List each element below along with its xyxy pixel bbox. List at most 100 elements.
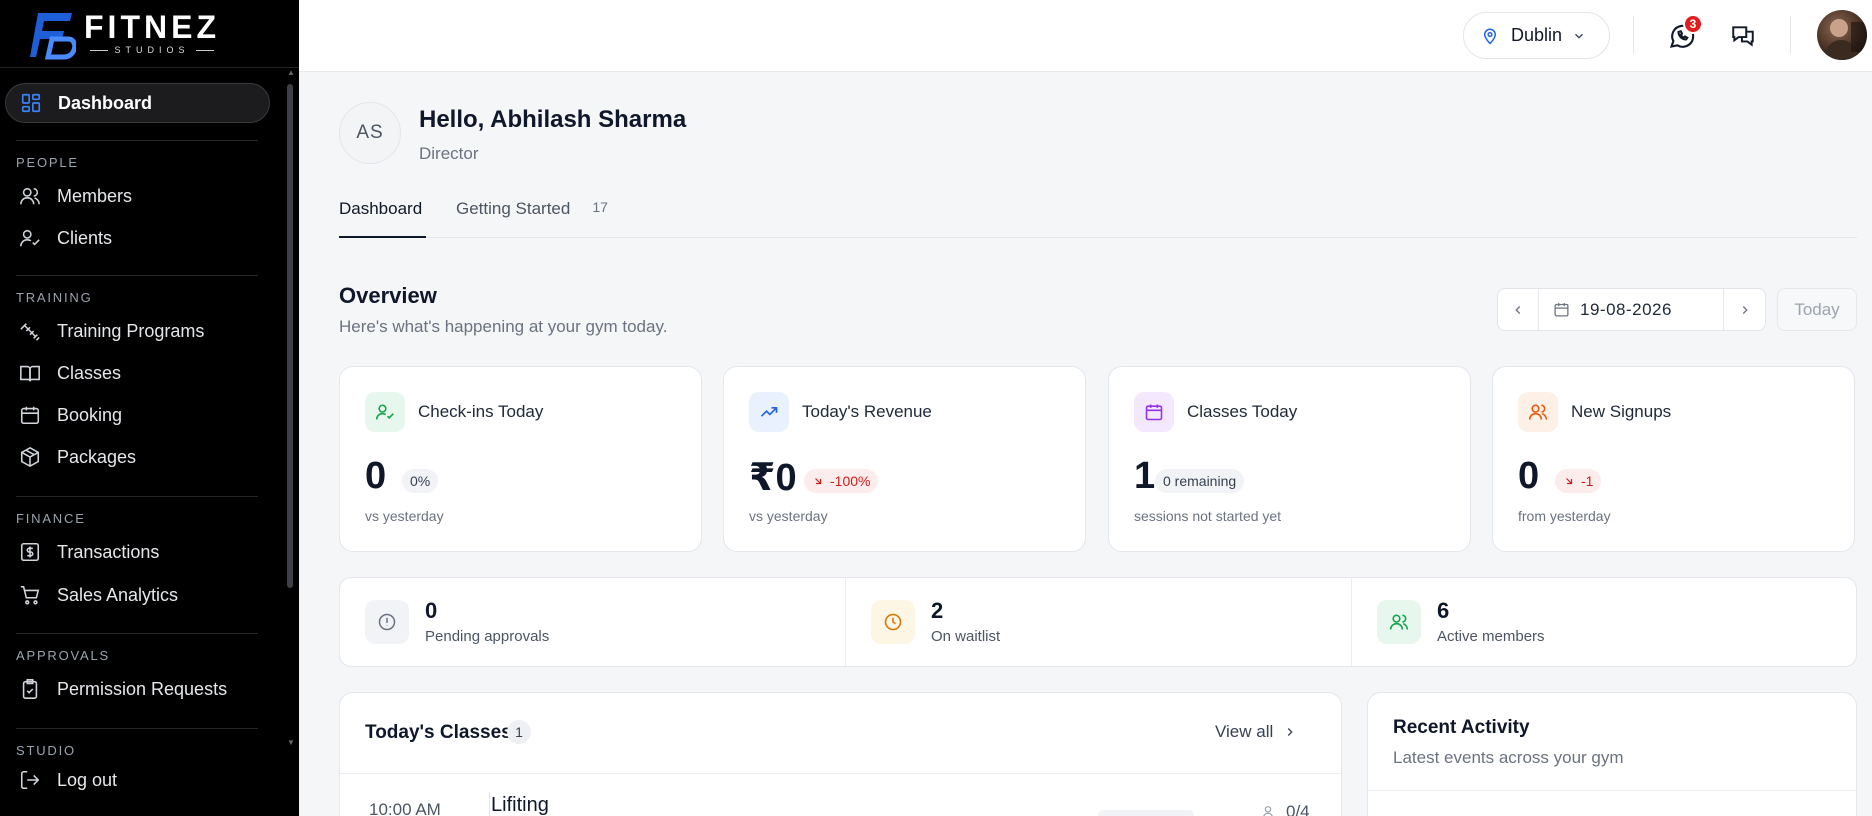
sidebar-item-members[interactable]: Members xyxy=(5,176,270,216)
section-label-training: TRAINING xyxy=(16,290,93,305)
sidebar-item-training-programs[interactable]: Training Programs xyxy=(5,311,270,351)
users-icon xyxy=(1263,806,1273,816)
kpi-value: 1 xyxy=(1134,455,1156,497)
sidebar-scrollbar[interactable] xyxy=(287,84,293,588)
book-open-icon xyxy=(20,365,40,382)
section-label-finance: FINANCE xyxy=(16,511,86,526)
kpi-note: vs yesterday xyxy=(749,508,828,524)
date-field[interactable]: 19-08-2026 xyxy=(1539,289,1723,330)
tab-dashboard[interactable]: Dashboard xyxy=(339,196,426,238)
sidebar-item-label: Dashboard xyxy=(58,92,153,113)
sidebar-item-sales-analytics[interactable]: Sales Analytics xyxy=(5,575,270,615)
info-icon xyxy=(378,613,396,631)
receipt-dollar-icon xyxy=(20,542,40,562)
kpi-change-pill: 0 remaining xyxy=(1155,469,1245,493)
location-selector[interactable]: Dublin xyxy=(1463,12,1610,59)
brand-logo[interactable]: FITNEZ STUDIOS xyxy=(24,2,220,64)
sidebar-nav: Dashboard PEOPLE Members Clients TRAININ… xyxy=(0,68,286,758)
class-time: 10:00 AM xyxy=(369,800,441,816)
location-label: Dublin xyxy=(1511,25,1563,45)
tab-count: 17 xyxy=(592,199,608,215)
kpi-note: sessions not started yet xyxy=(1134,508,1282,524)
date-value: 19-08-2026 xyxy=(1580,299,1672,319)
sidebar-item-transactions[interactable]: Transactions xyxy=(5,532,270,572)
next-day-button[interactable] xyxy=(1724,289,1765,330)
chevron-down-icon xyxy=(1575,33,1583,39)
sidebar-item-clients[interactable]: Clients xyxy=(5,218,270,258)
overview-subtitle: Here's what's happening at your gym toda… xyxy=(339,317,668,336)
arrow-down-right-icon xyxy=(815,478,822,485)
classes-count-badge: 1 xyxy=(507,720,531,744)
kpi-change-pill: -100% xyxy=(804,469,879,493)
top-bar xyxy=(299,0,1872,72)
sidebar-item-packages[interactable]: Packages xyxy=(5,437,270,477)
kpi-value: 0 xyxy=(1518,455,1540,497)
stat-active-members[interactable]: 6 Active members xyxy=(1352,578,1857,666)
dashboard-grid-icon xyxy=(21,93,41,113)
brand-name: FITNEZ xyxy=(84,9,220,45)
overview-title: Overview xyxy=(339,283,437,308)
user-check-icon xyxy=(375,404,394,420)
view-all-link[interactable]: View all xyxy=(1215,722,1297,742)
chevron-right-icon xyxy=(1742,305,1748,314)
map-pin-icon xyxy=(1483,28,1497,45)
logout-button[interactable]: Log out xyxy=(5,760,270,800)
tab-getting-started[interactable]: Getting Started 17 xyxy=(456,196,608,238)
user-avatar[interactable] xyxy=(1817,10,1867,60)
sidebar-item-booking[interactable]: Booking xyxy=(5,395,270,435)
greeting-title: Hello, Abhilash Sharma xyxy=(419,106,687,133)
page-tabs: Dashboard Getting Started 17 xyxy=(339,196,1857,238)
sidebar-item-dashboard[interactable]: Dashboard xyxy=(5,83,270,123)
chevron-left-icon xyxy=(1515,305,1521,314)
kpi-change-pill: -1 xyxy=(1555,469,1602,493)
today-button[interactable]: Today xyxy=(1777,288,1857,331)
kpi-note: from yesterday xyxy=(1518,508,1611,524)
section-label-people: PEOPLE xyxy=(16,155,79,170)
kpi-card-classes: Classes Today 1 0 remaining sessions not… xyxy=(1108,366,1471,552)
trending-up-icon xyxy=(760,407,778,417)
chat-bubbles-icon xyxy=(1732,26,1754,47)
stat-label: Active members xyxy=(1437,628,1545,645)
sidebar-item-permission-requests[interactable]: Permission Requests xyxy=(5,669,270,709)
stat-value: 6 xyxy=(1437,598,1450,623)
kpi-value: 0 xyxy=(365,455,387,497)
chevron-right-icon xyxy=(1288,728,1293,736)
user-initials-avatar: AS xyxy=(339,102,401,164)
kpi-card-signups: New Signups 0 -1 from yesterday xyxy=(1492,366,1855,552)
package-icon xyxy=(20,446,40,468)
scroll-down-arrow[interactable]: ▼ xyxy=(287,738,295,747)
kpi-label: Today's Revenue xyxy=(802,402,932,421)
brand-tagline: STUDIOS xyxy=(114,45,190,55)
messages-button[interactable] xyxy=(1727,20,1759,52)
logout-icon xyxy=(20,770,40,790)
recent-activity-subtitle: Latest events across your gym xyxy=(1393,748,1624,767)
dumbbell-icon xyxy=(20,323,40,341)
calendar-icon xyxy=(1145,404,1163,421)
stat-value: 2 xyxy=(931,598,944,623)
summary-stats: 0 Pending approvals 2 On waitlist 6 Acti… xyxy=(339,577,1857,667)
class-name[interactable]: Lifiting xyxy=(491,794,549,816)
prev-day-button[interactable] xyxy=(1498,289,1538,330)
kpi-card-checkins: Check-ins Today 0 0% vs yesterday xyxy=(339,366,702,552)
users-icon xyxy=(1528,404,1548,420)
shopping-cart-icon xyxy=(20,585,40,605)
notification-badge: 3 xyxy=(1683,14,1703,34)
sidebar-item-classes[interactable]: Classes xyxy=(5,353,270,393)
kpi-label: New Signups xyxy=(1571,402,1672,421)
kpi-change-pill: 0% xyxy=(402,469,439,493)
calendar-icon xyxy=(20,406,40,425)
fitnez-logo-icon xyxy=(30,13,76,60)
stat-pending-approvals[interactable]: 0 Pending approvals xyxy=(340,578,845,666)
sidebar: FITNEZ STUDIOS Dashboard PEOPLE Members … xyxy=(0,0,299,816)
user-role: Director xyxy=(419,144,479,163)
kpi-value: ₹0 xyxy=(749,457,797,499)
todays-classes-title: Today's Classes xyxy=(365,722,512,743)
scroll-up-arrow[interactable]: ▲ xyxy=(287,68,295,77)
date-picker: 19-08-2026 xyxy=(1497,288,1766,331)
stat-label: Pending approvals xyxy=(425,628,550,645)
class-capacity: 0/4 xyxy=(1262,802,1310,816)
users-icon xyxy=(20,187,40,205)
user-check-icon xyxy=(20,229,40,247)
stat-waitlist[interactable]: 2 On waitlist xyxy=(846,578,1351,666)
avatar-photo-icon xyxy=(1823,19,1867,60)
